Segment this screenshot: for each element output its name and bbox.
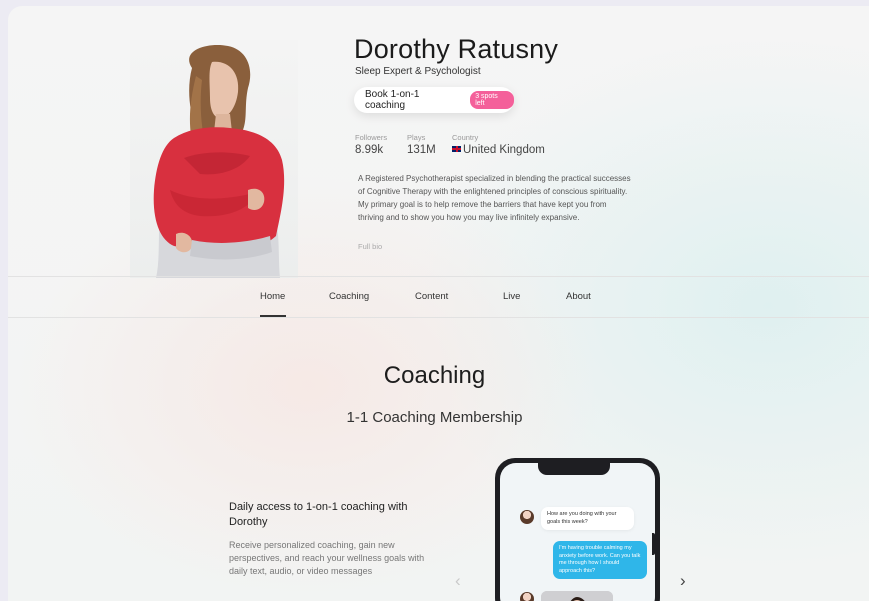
- phone-screen: How are you doing with your goals this w…: [500, 463, 655, 601]
- tab-live[interactable]: Live: [503, 291, 520, 302]
- coach-avatar-2: [520, 592, 534, 601]
- phone-side-button: [652, 533, 655, 555]
- feature-title: Daily access to 1-on-1 coaching with Dor…: [229, 501, 408, 528]
- incoming-message: How are you doing with your goals this w…: [541, 507, 634, 530]
- plays-value: 131M: [407, 144, 436, 156]
- profile-subtitle: Sleep Expert & Psychologist: [355, 66, 481, 77]
- country-label: Country: [452, 133, 479, 142]
- coaching-section-subtitle: 1-1 Coaching Membership: [346, 409, 523, 426]
- full-bio-link[interactable]: Full bio: [358, 242, 382, 251]
- followers-label: Followers: [355, 133, 388, 142]
- profile-page: Dorothy Ratusny Sleep Expert & Psycholog…: [8, 6, 869, 601]
- nav-divider-bottom: [8, 317, 869, 318]
- profile-photo: [130, 40, 298, 278]
- plays-label: Plays: [407, 133, 426, 142]
- phone-mockup: How are you doing with your goals this w…: [495, 458, 660, 601]
- video-message-thumbnail[interactable]: [541, 591, 613, 601]
- phone-notch: [538, 463, 610, 475]
- carousel-prev-arrow[interactable]: ‹: [455, 572, 461, 589]
- coaching-section-title: Coaching: [383, 362, 486, 389]
- tab-coaching[interactable]: Coaching: [329, 291, 369, 302]
- book-coaching-button[interactable]: Book 1-on-1 coaching 3 spots left: [354, 87, 514, 113]
- carousel-next-arrow[interactable]: ›: [680, 572, 686, 589]
- profile-bio: A Registered Psychotherapist specialized…: [358, 174, 631, 222]
- country-value: United Kingdom: [452, 144, 545, 156]
- tab-content[interactable]: Content: [415, 291, 448, 302]
- spots-left-badge: 3 spots left: [470, 91, 514, 109]
- nav-divider-top: [8, 276, 869, 277]
- feature-description: Receive personalized coaching, gain new …: [229, 540, 425, 576]
- country-name: United Kingdom: [463, 144, 545, 156]
- outgoing-message: I'm having trouble calming my anxiety be…: [553, 541, 647, 579]
- coach-avatar: [520, 510, 534, 524]
- tab-home[interactable]: Home: [260, 291, 285, 302]
- profile-name: Dorothy Ratusny: [354, 34, 559, 64]
- uk-flag-icon: [452, 146, 461, 152]
- tab-about[interactable]: About: [566, 291, 591, 302]
- followers-value: 8.99k: [355, 144, 384, 156]
- book-coaching-label: Book 1-on-1 coaching: [365, 89, 420, 111]
